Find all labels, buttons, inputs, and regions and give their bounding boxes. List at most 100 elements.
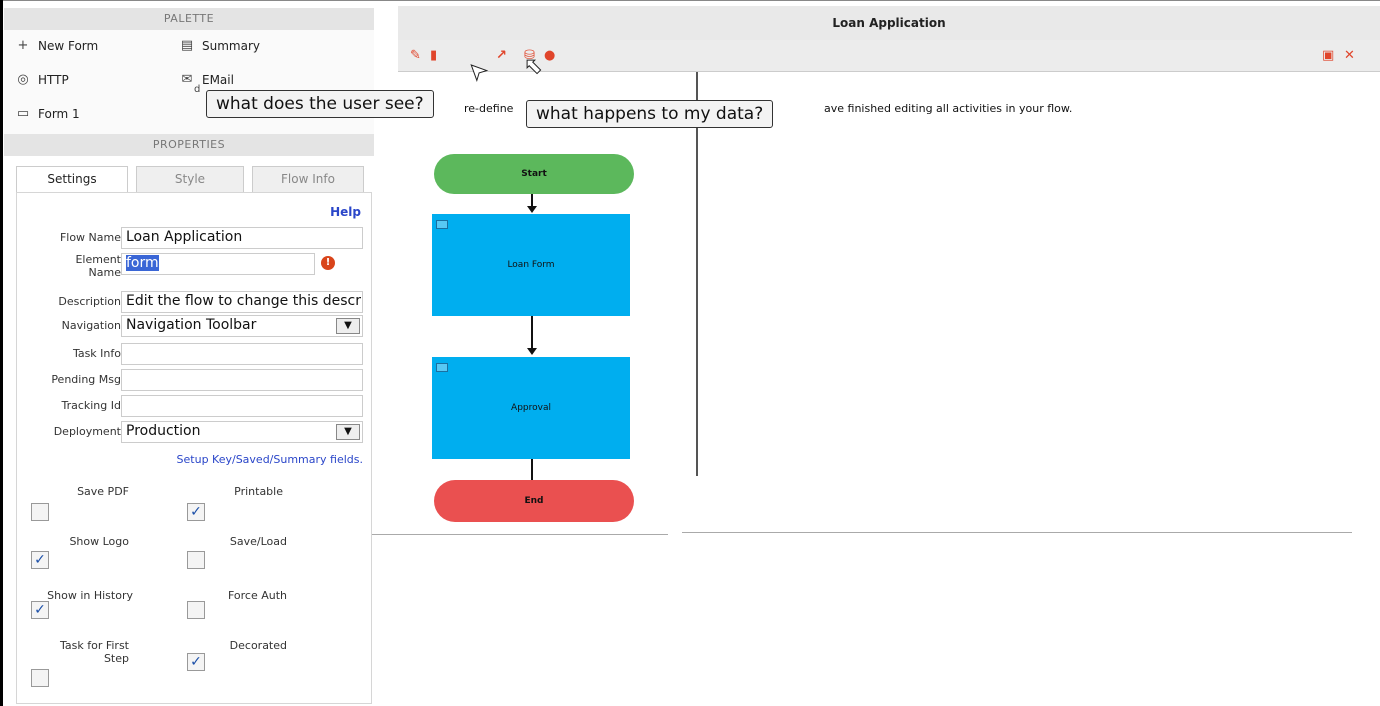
- description-label: Description: [58, 295, 121, 308]
- external-link-icon[interactable]: ↗: [496, 48, 507, 63]
- email-icon: ✉: [181, 72, 193, 87]
- description-right-text: ave finished editing all activities in y…: [824, 102, 1073, 115]
- palette-item-new-form[interactable]: + New Form: [16, 38, 99, 53]
- chevron-down-icon: ▼: [336, 424, 360, 440]
- save-pdf-checkbox[interactable]: [31, 503, 49, 521]
- printable-label: Printable: [234, 485, 283, 498]
- printable-checkbox[interactable]: ✓: [187, 503, 205, 521]
- palette-item-email[interactable]: ✉ EMail: [180, 72, 234, 87]
- palette-item-form-1[interactable]: ▭ Form 1: [16, 106, 80, 121]
- form-icon: [436, 363, 448, 372]
- pending-msg-label: Pending Msg: [51, 373, 121, 386]
- info-icon[interactable]: !: [321, 256, 335, 270]
- flow-name-row: Flow Name Loan Application: [17, 227, 373, 249]
- properties-tabs: Settings Style Flow Info: [16, 166, 366, 193]
- pending-msg-row: Pending Msg: [17, 369, 373, 391]
- palette-item-label: Summary: [202, 38, 260, 53]
- tracking-id-row: Tracking Id: [17, 395, 373, 417]
- flow-node-start[interactable]: Start: [434, 154, 634, 194]
- flow-name-input[interactable]: Loan Application: [121, 227, 363, 249]
- canvas-divider: [696, 72, 698, 476]
- deployment-select[interactable]: Production ▼: [121, 421, 363, 443]
- show-logo-checkbox[interactable]: ✓: [31, 551, 49, 569]
- callout-my-data: what happens to my data?: [526, 100, 774, 128]
- flow-node-end[interactable]: End: [434, 480, 634, 522]
- top-border: [0, 0, 1380, 1]
- deployment-label: Deployment: [53, 425, 121, 438]
- save-icon[interactable]: ▣: [1322, 48, 1334, 63]
- pencil-icon[interactable]: ✎: [410, 48, 421, 63]
- decorated-checkbox[interactable]: ✓: [187, 653, 205, 671]
- connector-line: [531, 459, 533, 480]
- save-pdf-label: Save PDF: [77, 485, 129, 498]
- palette-item-label: HTTP: [38, 72, 69, 87]
- show-in-history-checkbox[interactable]: ✓: [31, 601, 49, 619]
- tab-style[interactable]: Style: [136, 166, 244, 192]
- help-link[interactable]: Help: [330, 205, 361, 219]
- task-info-label: Task Info: [72, 347, 121, 360]
- palette: + New Form ▤ Summary ◎ HTTP ✉ EMail d ▭ …: [4, 30, 374, 134]
- navigation-select[interactable]: Navigation Toolbar ▼: [121, 315, 363, 337]
- flow-node-label: Loan Form: [507, 260, 555, 270]
- close-icon[interactable]: ✕: [1344, 48, 1355, 63]
- element-name-value: form: [126, 255, 159, 271]
- summary-icon: ▤: [180, 38, 194, 53]
- navigation-label: Navigation: [61, 319, 121, 332]
- element-name-label: Element Name: [75, 253, 121, 279]
- palette-item-summary[interactable]: ▤ Summary: [180, 38, 260, 53]
- pending-msg-input[interactable]: [121, 369, 363, 391]
- chevron-down-icon: ▼: [336, 318, 360, 334]
- show-logo-label: Show Logo: [69, 535, 129, 548]
- save-load-checkbox[interactable]: [187, 551, 205, 569]
- flow-node-loan-form[interactable]: Loan Form: [432, 214, 630, 316]
- canvas-bottom-line-left: [372, 534, 668, 535]
- flow-name-label: Flow Name: [59, 231, 121, 244]
- tracking-id-input[interactable]: [121, 395, 363, 417]
- save-load-label: Save/Load: [229, 535, 287, 548]
- palette-item-label: Form 1: [38, 106, 80, 121]
- canvas-title: Loan Application: [398, 6, 1380, 40]
- plus-icon: +: [17, 38, 29, 53]
- globe-icon: ◎: [17, 72, 29, 87]
- palette-partial-text: d: [194, 84, 201, 95]
- task-first-step-checkbox[interactable]: [31, 669, 49, 687]
- palette-item-http[interactable]: ◎ HTTP: [16, 72, 69, 87]
- canvas-bottom-line-right: [682, 532, 1352, 533]
- flow-node-approval[interactable]: Approval: [432, 357, 630, 459]
- canvas-toolbar: ✎ ▮ ↗ ⛁ ● ▣ ✕: [398, 40, 1380, 72]
- element-name-row: Element Name form !: [17, 253, 373, 279]
- flow-node-label: Approval: [511, 403, 551, 413]
- callout-user-sees: what does the user see?: [206, 90, 434, 118]
- arrow-down-icon: [527, 206, 537, 213]
- task-info-input[interactable]: [121, 343, 363, 365]
- document-icon[interactable]: ▮: [430, 48, 437, 63]
- form-icon: ▭: [16, 106, 30, 121]
- description-left-text: re-define: [464, 102, 514, 115]
- arrow-down-icon: [527, 348, 537, 355]
- form-icon: [436, 220, 448, 229]
- description-input[interactable]: Edit the flow to change this descrip: [121, 291, 363, 313]
- connector-line: [531, 316, 533, 350]
- palette-item-label: New Form: [38, 38, 99, 53]
- force-auth-label: Force Auth: [227, 589, 287, 602]
- settings-panel: Help Flow Name Loan Application Element …: [16, 192, 372, 704]
- tab-settings[interactable]: Settings: [16, 166, 128, 193]
- task-first-step-label: Task for First Step: [59, 639, 129, 665]
- tab-flow-info[interactable]: Flow Info: [252, 166, 364, 192]
- decorated-label: Decorated: [229, 639, 287, 652]
- force-auth-checkbox[interactable]: [187, 601, 205, 619]
- flow-canvas-panel: Loan Application ✎ ▮ ↗ ⛁ ● ▣ ✕ re-define…: [372, 6, 1380, 536]
- deployment-value: Production: [126, 423, 201, 439]
- element-name-input[interactable]: form: [121, 253, 315, 275]
- properties-heading: PROPERTIES: [4, 134, 374, 156]
- mouse-cursor-icon: ⬉: [523, 54, 543, 80]
- deployment-row: Deployment Production ▼: [17, 421, 373, 443]
- lock-icon[interactable]: ●: [544, 48, 555, 63]
- palette-heading: PALETTE: [4, 8, 374, 30]
- navigation-value: Navigation Toolbar: [126, 317, 257, 333]
- left-border: [0, 0, 3, 706]
- description-row: Description Edit the flow to change this…: [17, 291, 373, 313]
- setup-fields-link[interactable]: Setup Key/Saved/Summary fields.: [177, 453, 363, 466]
- palette-item-label: EMail: [202, 72, 234, 87]
- navigation-row: Navigation Navigation Toolbar ▼: [17, 315, 373, 337]
